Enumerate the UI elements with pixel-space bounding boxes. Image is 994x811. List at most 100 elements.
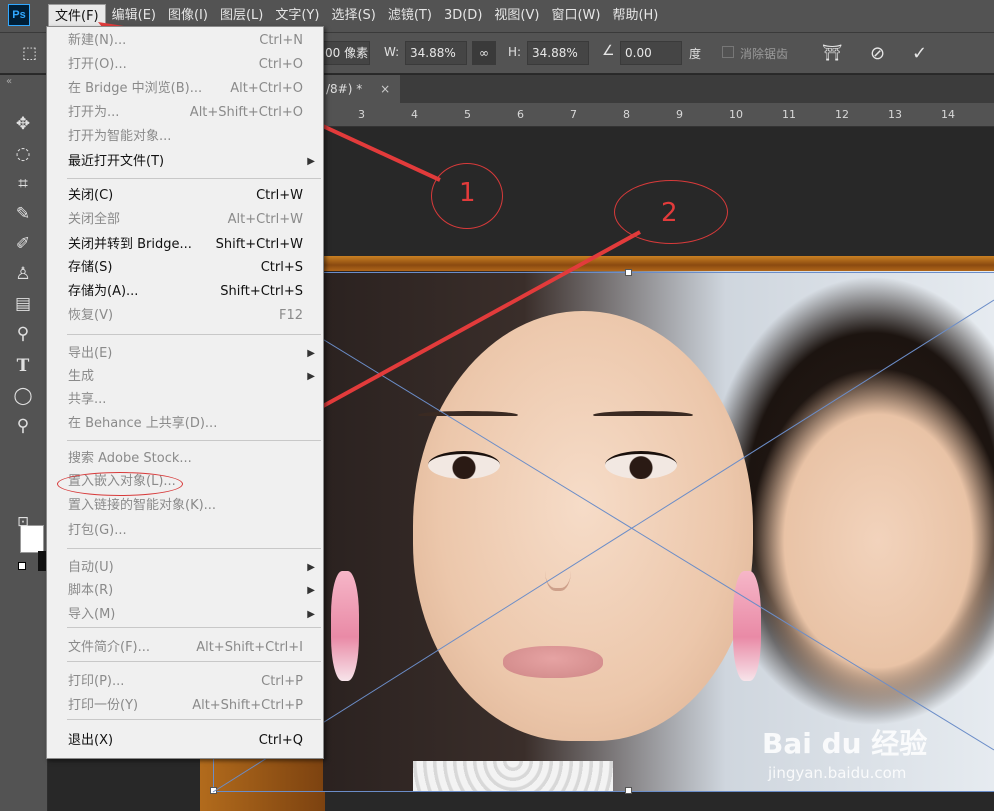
menu-separator <box>67 661 321 662</box>
cancel-transform-icon[interactable]: ⊘ <box>870 43 885 64</box>
transform-handle-bottom-left[interactable] <box>210 787 217 794</box>
crop-tool-icon[interactable]: ⌗ <box>10 171 36 197</box>
default-colors-icon[interactable] <box>18 562 26 570</box>
transform-handle-top[interactable] <box>625 269 632 276</box>
stamp-tool-icon[interactable]: ♙ <box>10 261 36 287</box>
menu-item-label: 打印一份(Y) <box>68 698 139 713</box>
menu-help[interactable]: 帮助(H) <box>606 4 664 28</box>
antialias-checkbox[interactable] <box>722 46 734 58</box>
menu-filter[interactable]: 滤镜(T) <box>382 4 438 28</box>
file-menu-item[interactable]: 打包(G)... <box>47 519 323 542</box>
menu-item-shortcut: Ctrl+N <box>259 33 303 48</box>
menu-item-shortcut: Alt+Ctrl+W <box>227 212 303 227</box>
close-tab-icon[interactable]: × <box>380 82 390 96</box>
file-menu-item[interactable]: 打印一份(Y) Alt+Shift+Ctrl+P <box>47 694 323 717</box>
gradient-tool-icon[interactable]: ▤ <box>10 291 36 317</box>
file-menu-item[interactable]: 打开(O)... Ctrl+O <box>47 53 323 76</box>
eyedropper-tool-icon[interactable]: ✎ <box>10 201 36 227</box>
file-menu-item[interactable]: 自动(U) ▶ <box>47 556 323 579</box>
link-icon[interactable]: ∞ <box>472 41 496 65</box>
warp-icon[interactable]: ⛩ <box>822 43 842 62</box>
menu-file[interactable]: 文件(F) <box>48 4 106 28</box>
menu-3d[interactable]: 3D(D) <box>438 4 488 28</box>
ruler-label: 8 <box>623 108 630 121</box>
menu-image[interactable]: 图像(I) <box>162 4 214 28</box>
collapse-icon[interactable]: « <box>6 76 12 87</box>
file-menu-item[interactable]: 在 Bridge 中浏览(B)... Alt+Ctrl+O <box>47 77 323 100</box>
menu-item-label: 关闭并转到 Bridge... <box>68 237 192 252</box>
file-menu-item[interactable]: 脚本(R) ▶ <box>47 579 323 602</box>
menu-item-label: 打开为... <box>68 105 120 120</box>
file-menu-item[interactable]: 共享... <box>47 388 323 411</box>
menu-item-shortcut: Alt+Shift+Ctrl+I <box>196 640 303 655</box>
menu-item-label: 置入链接的智能对象(K)... <box>68 498 217 513</box>
submenu-arrow-icon: ▶ <box>307 562 315 573</box>
shape-tool-icon[interactable]: ◯ <box>10 383 36 409</box>
file-menu-item[interactable]: 关闭(C) Ctrl+W <box>47 184 323 207</box>
width-input[interactable]: 34.88% <box>405 41 467 65</box>
brush-tool-icon[interactable]: ✐ <box>10 231 36 257</box>
angle-icon: ∠ <box>602 43 615 59</box>
file-menu-item[interactable]: 在 Behance 上共享(D)... <box>47 412 323 435</box>
tools-panel: « ✥ ◌ ⌗ ✎ ✐ ♙ ▤ ⚲ T ◯ ⚲ ⊡ <box>0 75 48 811</box>
document-tab[interactable]: /8#) * × <box>320 75 401 103</box>
menu-type[interactable]: 文字(Y) <box>269 4 325 28</box>
photoshop-logo[interactable]: Ps <box>8 4 30 26</box>
menu-item-shortcut: Shift+Ctrl+S <box>220 284 303 299</box>
file-menu-item[interactable]: 恢复(V) F12 <box>47 304 323 327</box>
reference-point-field[interactable]: 00 像素 <box>320 41 370 65</box>
file-menu-item[interactable]: 导入(M) ▶ <box>47 603 323 626</box>
move-tool-icon[interactable]: ✥ <box>10 111 36 137</box>
file-menu-item[interactable]: 退出(X) Ctrl+Q <box>47 729 323 752</box>
file-menu-item[interactable]: 关闭全部 Alt+Ctrl+W <box>47 208 323 231</box>
file-menu-item[interactable]: 置入链接的智能对象(K)... <box>47 494 323 517</box>
transform-bounding-box[interactable] <box>210 269 994 794</box>
file-menu-item[interactable]: 打印(P)... Ctrl+P <box>47 670 323 693</box>
file-menu-item[interactable]: 搜索 Adobe Stock... <box>47 447 323 470</box>
file-menu-item[interactable]: 存储为(A)... Shift+Ctrl+S <box>47 280 323 303</box>
menu-item-shortcut: Alt+Shift+Ctrl+O <box>189 105 303 120</box>
annotation-number-1: 1 <box>459 178 476 208</box>
file-menu-item[interactable]: 文件简介(F)... Alt+Shift+Ctrl+I <box>47 636 323 659</box>
file-menu-item[interactable]: 关闭并转到 Bridge... Shift+Ctrl+W <box>47 233 323 256</box>
submenu-arrow-icon: ▶ <box>307 609 315 620</box>
height-input[interactable]: 34.88% <box>527 41 589 65</box>
menu-view[interactable]: 视图(V) <box>488 4 545 28</box>
width-label: W: <box>384 45 400 59</box>
lasso-tool-icon[interactable]: ◌ <box>10 141 36 167</box>
ruler-label: 7 <box>570 108 577 121</box>
zoom-tool-icon[interactable]: ⚲ <box>10 413 36 439</box>
file-menu-item[interactable]: 最近打开文件(T) ▶ <box>47 150 323 173</box>
file-menu-item[interactable]: 新建(N)... Ctrl+N <box>47 29 323 52</box>
file-menu-item[interactable]: 打开为智能对象... <box>47 125 323 148</box>
transform-handle-bottom[interactable] <box>625 787 632 794</box>
menu-item-label: 新建(N)... <box>68 33 127 48</box>
transform-icon[interactable]: ⬚ <box>22 43 37 62</box>
file-menu-item[interactable]: 存储(S) Ctrl+S <box>47 256 323 279</box>
file-menu-item[interactable]: 打开为... Alt+Shift+Ctrl+O <box>47 101 323 124</box>
file-menu-item[interactable]: 生成 ▶ <box>47 365 323 388</box>
submenu-arrow-icon: ▶ <box>307 585 315 596</box>
angle-input[interactable]: 0.00 <box>620 41 682 65</box>
menu-edit[interactable]: 编辑(E) <box>106 4 162 28</box>
dodge-tool-icon[interactable]: ⚲ <box>10 321 36 347</box>
menu-select[interactable]: 选择(S) <box>325 4 381 28</box>
baidu-watermark-url: jingyan.baidu.com <box>768 764 907 782</box>
background-color-swatch[interactable] <box>38 551 46 571</box>
ruler-label: 11 <box>782 108 796 121</box>
quick-mask-icon[interactable]: ⊡ <box>10 509 36 535</box>
menu-window[interactable]: 窗口(W) <box>545 4 606 28</box>
menu-item-shortcut: Alt+Ctrl+O <box>230 81 303 96</box>
annotation-number-2: 2 <box>661 198 678 228</box>
menu-item-label: 搜索 Adobe Stock... <box>68 451 192 466</box>
commit-transform-icon[interactable]: ✓ <box>912 43 927 64</box>
ruler-label: 9 <box>676 108 683 121</box>
menu-separator <box>67 334 321 335</box>
type-tool-icon[interactable]: T <box>10 353 36 379</box>
angle-unit: 度 <box>689 47 702 61</box>
menu-item-label: 最近打开文件(T) <box>68 154 165 169</box>
file-menu-item[interactable]: 导出(E) ▶ <box>47 342 323 365</box>
menu-layer[interactable]: 图层(L) <box>214 4 269 28</box>
ruler-label: 14 <box>941 108 955 121</box>
menu-item-label: 打开(O)... <box>68 57 127 72</box>
